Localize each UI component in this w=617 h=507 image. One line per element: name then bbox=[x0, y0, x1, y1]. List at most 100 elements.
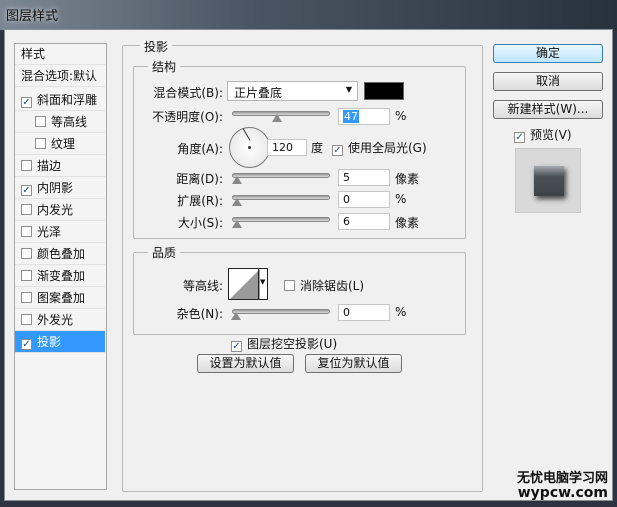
distance-input[interactable]: 5 bbox=[338, 169, 390, 186]
blend-options-item[interactable]: 混合选项:默认 bbox=[15, 65, 105, 87]
spread-label: 扩展(R): bbox=[177, 194, 223, 208]
noise-label: 杂色(N): bbox=[176, 307, 223, 321]
style-item[interactable]: ✓ 内阴影 bbox=[15, 177, 105, 199]
angle-label: 角度(A): bbox=[177, 142, 223, 156]
title-bar[interactable]: 图层样式 bbox=[0, 0, 617, 30]
style-item[interactable]: 颜色叠加 bbox=[15, 243, 105, 265]
style-item[interactable]: ✓ 投影 bbox=[15, 331, 105, 353]
noise-input[interactable]: 0 bbox=[338, 304, 390, 321]
style-item-label: 斜面和浮雕 bbox=[37, 93, 98, 107]
watermark-line1: 无忧电脑学习网 bbox=[516, 471, 608, 486]
style-item-label: 图案叠加 bbox=[37, 291, 86, 305]
style-item[interactable]: 等高线 bbox=[15, 111, 105, 133]
noise-slider-thumb[interactable] bbox=[231, 312, 241, 320]
contour-label: 等高线: bbox=[182, 279, 223, 293]
checkbox-icon[interactable]: ✓ bbox=[21, 97, 32, 108]
style-item[interactable]: 光泽 bbox=[15, 221, 105, 243]
angle-needle bbox=[242, 128, 251, 141]
angle-dial[interactable] bbox=[229, 127, 270, 168]
checkbox-icon: ✓ bbox=[332, 145, 343, 156]
checkbox-icon[interactable] bbox=[35, 138, 46, 149]
blend-mode-value: 正片叠底 bbox=[234, 86, 283, 100]
checkbox-icon bbox=[284, 280, 295, 291]
spread-slider-thumb[interactable] bbox=[232, 198, 242, 206]
size-input[interactable]: 6 bbox=[338, 213, 390, 230]
style-item-label: 内阴影 bbox=[37, 181, 74, 195]
checkbox-icon: ✓ bbox=[231, 341, 242, 352]
layer-knocks-out-label: 图层挖空投影(U) bbox=[247, 337, 338, 351]
checkbox-icon[interactable] bbox=[35, 116, 46, 127]
style-item-label: 内发光 bbox=[37, 203, 74, 217]
opacity-unit: % bbox=[395, 109, 407, 123]
angle-input[interactable]: 120 bbox=[267, 139, 307, 156]
opacity-value: 47 bbox=[343, 110, 359, 123]
style-item[interactable]: 外发光 bbox=[15, 309, 105, 331]
spread-unit: % bbox=[395, 192, 407, 206]
cancel-button[interactable]: 取消 bbox=[493, 72, 603, 91]
checkbox-icon[interactable] bbox=[21, 314, 32, 325]
noise-unit: % bbox=[395, 305, 407, 319]
contour-divider bbox=[258, 269, 259, 299]
checkbox-icon[interactable] bbox=[21, 226, 32, 237]
angle-dial-center bbox=[248, 146, 251, 149]
chevron-down-icon: ▼ bbox=[345, 85, 352, 94]
style-item[interactable]: 内发光 bbox=[15, 199, 105, 221]
distance-slider[interactable] bbox=[232, 173, 330, 178]
spread-input[interactable]: 0 bbox=[338, 191, 390, 208]
styles-header[interactable]: 样式 bbox=[15, 43, 105, 65]
style-item-label: 纹理 bbox=[51, 137, 76, 151]
size-label: 大小(S): bbox=[177, 216, 223, 230]
style-item-label: 颜色叠加 bbox=[37, 247, 86, 261]
anti-aliased-label: 消除锯齿(L) bbox=[300, 279, 365, 293]
style-item[interactable]: ✓ 斜面和浮雕 bbox=[15, 89, 105, 111]
blend-mode-select[interactable]: 正片叠底 ▼ bbox=[227, 81, 358, 101]
style-item-label: 等高线 bbox=[51, 115, 88, 129]
checkbox-icon: ✓ bbox=[514, 132, 525, 143]
contour-preview-icon bbox=[230, 269, 260, 299]
ok-button[interactable]: 确定 bbox=[493, 44, 603, 63]
blend-mode-label: 混合模式(B): bbox=[153, 86, 223, 100]
checkbox-icon[interactable] bbox=[21, 204, 32, 215]
checkbox-icon[interactable]: ✓ bbox=[21, 339, 32, 350]
checkbox-icon[interactable] bbox=[21, 248, 32, 259]
reset-default-button[interactable]: 复位为默认值 bbox=[305, 354, 402, 373]
preview-checkbox[interactable]: ✓ 预览(V) bbox=[514, 126, 572, 143]
layer-knocks-out-checkbox[interactable]: ✓ 图层挖空投影(U) bbox=[231, 335, 337, 352]
style-preview bbox=[515, 148, 581, 213]
chevron-down-icon: ▼ bbox=[260, 278, 266, 286]
make-default-button[interactable]: 设置为默认值 bbox=[197, 354, 294, 373]
structure-title: 结构 bbox=[148, 58, 181, 75]
distance-label: 距离(D): bbox=[176, 172, 223, 186]
size-unit: 像素 bbox=[395, 216, 420, 230]
noise-slider[interactable] bbox=[232, 309, 330, 314]
style-item[interactable]: 描边 bbox=[15, 155, 105, 177]
shadow-color-swatch[interactable] bbox=[364, 82, 404, 100]
opacity-slider-thumb[interactable] bbox=[272, 114, 282, 122]
distance-unit: 像素 bbox=[395, 172, 420, 186]
style-item[interactable]: 渐变叠加 bbox=[15, 265, 105, 287]
checkbox-icon[interactable] bbox=[21, 270, 32, 281]
style-item-label: 投影 bbox=[37, 335, 62, 349]
spread-slider[interactable] bbox=[232, 195, 330, 200]
style-item-label: 渐变叠加 bbox=[37, 269, 86, 283]
angle-unit: 度 bbox=[311, 141, 324, 155]
style-item[interactable]: 纹理 bbox=[15, 133, 105, 155]
checkbox-icon[interactable]: ✓ bbox=[21, 185, 32, 196]
opacity-input[interactable]: 47 bbox=[338, 108, 390, 125]
quality-title: 品质 bbox=[148, 244, 181, 261]
watermark: 无忧电脑学习网 wypcw.com bbox=[505, 471, 608, 501]
preview-label: 预览(V) bbox=[530, 128, 572, 142]
checkbox-icon[interactable] bbox=[21, 160, 32, 171]
size-slider-thumb[interactable] bbox=[232, 220, 242, 228]
use-global-light-label: 使用全局光(G) bbox=[348, 141, 427, 155]
distance-slider-thumb[interactable] bbox=[232, 176, 242, 184]
new-style-button[interactable]: 新建样式(W)... bbox=[493, 100, 603, 119]
size-slider[interactable] bbox=[232, 217, 330, 222]
anti-aliased-checkbox[interactable]: 消除锯齿(L) bbox=[284, 277, 364, 294]
contour-picker[interactable]: ▼ bbox=[228, 268, 268, 300]
use-global-light-checkbox[interactable]: ✓ 使用全局光(G) bbox=[332, 139, 427, 156]
style-item[interactable]: 图案叠加 bbox=[15, 287, 105, 309]
style-item-label: 描边 bbox=[37, 159, 62, 173]
checkbox-icon[interactable] bbox=[21, 292, 32, 303]
style-item-label: 光泽 bbox=[37, 225, 62, 239]
